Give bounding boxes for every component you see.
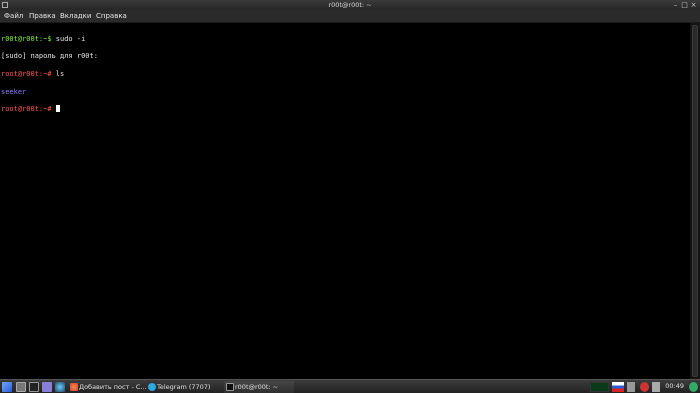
taskbar: Добавить пост - С... Telegram (7707) r00… bbox=[0, 379, 700, 393]
terminal-launcher-icon[interactable] bbox=[29, 382, 39, 392]
terminal-line: r00t@r00t:~$ sudo -i bbox=[1, 35, 690, 44]
notification-icon[interactable] bbox=[640, 382, 649, 392]
task-label: Telegram (7707) bbox=[157, 383, 211, 391]
command-text: sudo -i bbox=[51, 34, 86, 43]
menu-bar: Файл Правка Вкладки Справка bbox=[0, 10, 700, 23]
root-prompt: root@r00t:~# bbox=[1, 69, 52, 78]
browser-icon bbox=[70, 383, 78, 391]
keyboard-layout-icon[interactable] bbox=[612, 382, 624, 392]
close-icon[interactable]: × bbox=[689, 0, 698, 10]
terminal-line: root@r00t:~# ls bbox=[1, 70, 690, 79]
directory-listing: seeker bbox=[1, 87, 27, 96]
minimize-icon[interactable]: – bbox=[671, 0, 680, 10]
taskbar-item-browser[interactable]: Добавить пост - С... bbox=[68, 381, 146, 393]
terminal-line: [sudo] пароль для r00t: bbox=[1, 52, 690, 61]
menu-file[interactable]: Файл bbox=[4, 10, 23, 23]
start-menu-icon[interactable] bbox=[2, 382, 12, 392]
terminal-output[interactable]: r00t@r00t:~$ sudo -i [sudo] пароль для r… bbox=[0, 23, 690, 379]
menu-help[interactable]: Справка bbox=[96, 10, 127, 23]
network-icon[interactable] bbox=[627, 382, 635, 392]
file-manager-icon[interactable] bbox=[42, 382, 52, 392]
menu-edit[interactable]: Правка bbox=[29, 10, 56, 23]
root-prompt: root@r00t:~# bbox=[1, 105, 52, 114]
taskbar-item-terminal[interactable]: r00t@r00t: ~ bbox=[224, 381, 294, 393]
window-titlebar[interactable]: r00t@r00t: ~ – □ × bbox=[0, 0, 700, 10]
taskbar-item-telegram[interactable]: Telegram (7707) bbox=[146, 381, 218, 393]
clock[interactable]: 00:49 bbox=[665, 380, 684, 393]
terminal-scrollbar[interactable] bbox=[690, 23, 700, 379]
text-cursor bbox=[55, 105, 60, 113]
command-text: ls bbox=[51, 69, 65, 78]
window-title: r00t@r00t: ~ bbox=[328, 1, 372, 9]
terminal-line: seeker bbox=[1, 88, 690, 97]
menu-tabs[interactable]: Вкладки bbox=[60, 10, 91, 23]
telegram-icon bbox=[148, 383, 156, 391]
user-prompt: r00t@r00t:~$ bbox=[1, 34, 52, 43]
terminal-line: root@r00t:~# bbox=[1, 105, 690, 114]
volume-icon[interactable] bbox=[652, 382, 660, 392]
web-browser-icon[interactable] bbox=[55, 382, 65, 392]
show-desktop-icon[interactable] bbox=[16, 382, 26, 392]
update-icon[interactable] bbox=[689, 382, 698, 392]
terminal-icon bbox=[226, 383, 234, 391]
cpu-monitor-icon[interactable] bbox=[590, 382, 609, 392]
task-label: Добавить пост - С... bbox=[79, 383, 146, 391]
scrollbar-thumb[interactable] bbox=[692, 25, 698, 377]
sudo-password-prompt: [sudo] пароль для r00t: bbox=[1, 52, 98, 61]
maximize-icon[interactable]: □ bbox=[680, 0, 689, 10]
task-label: r00t@r00t: ~ bbox=[235, 383, 279, 391]
